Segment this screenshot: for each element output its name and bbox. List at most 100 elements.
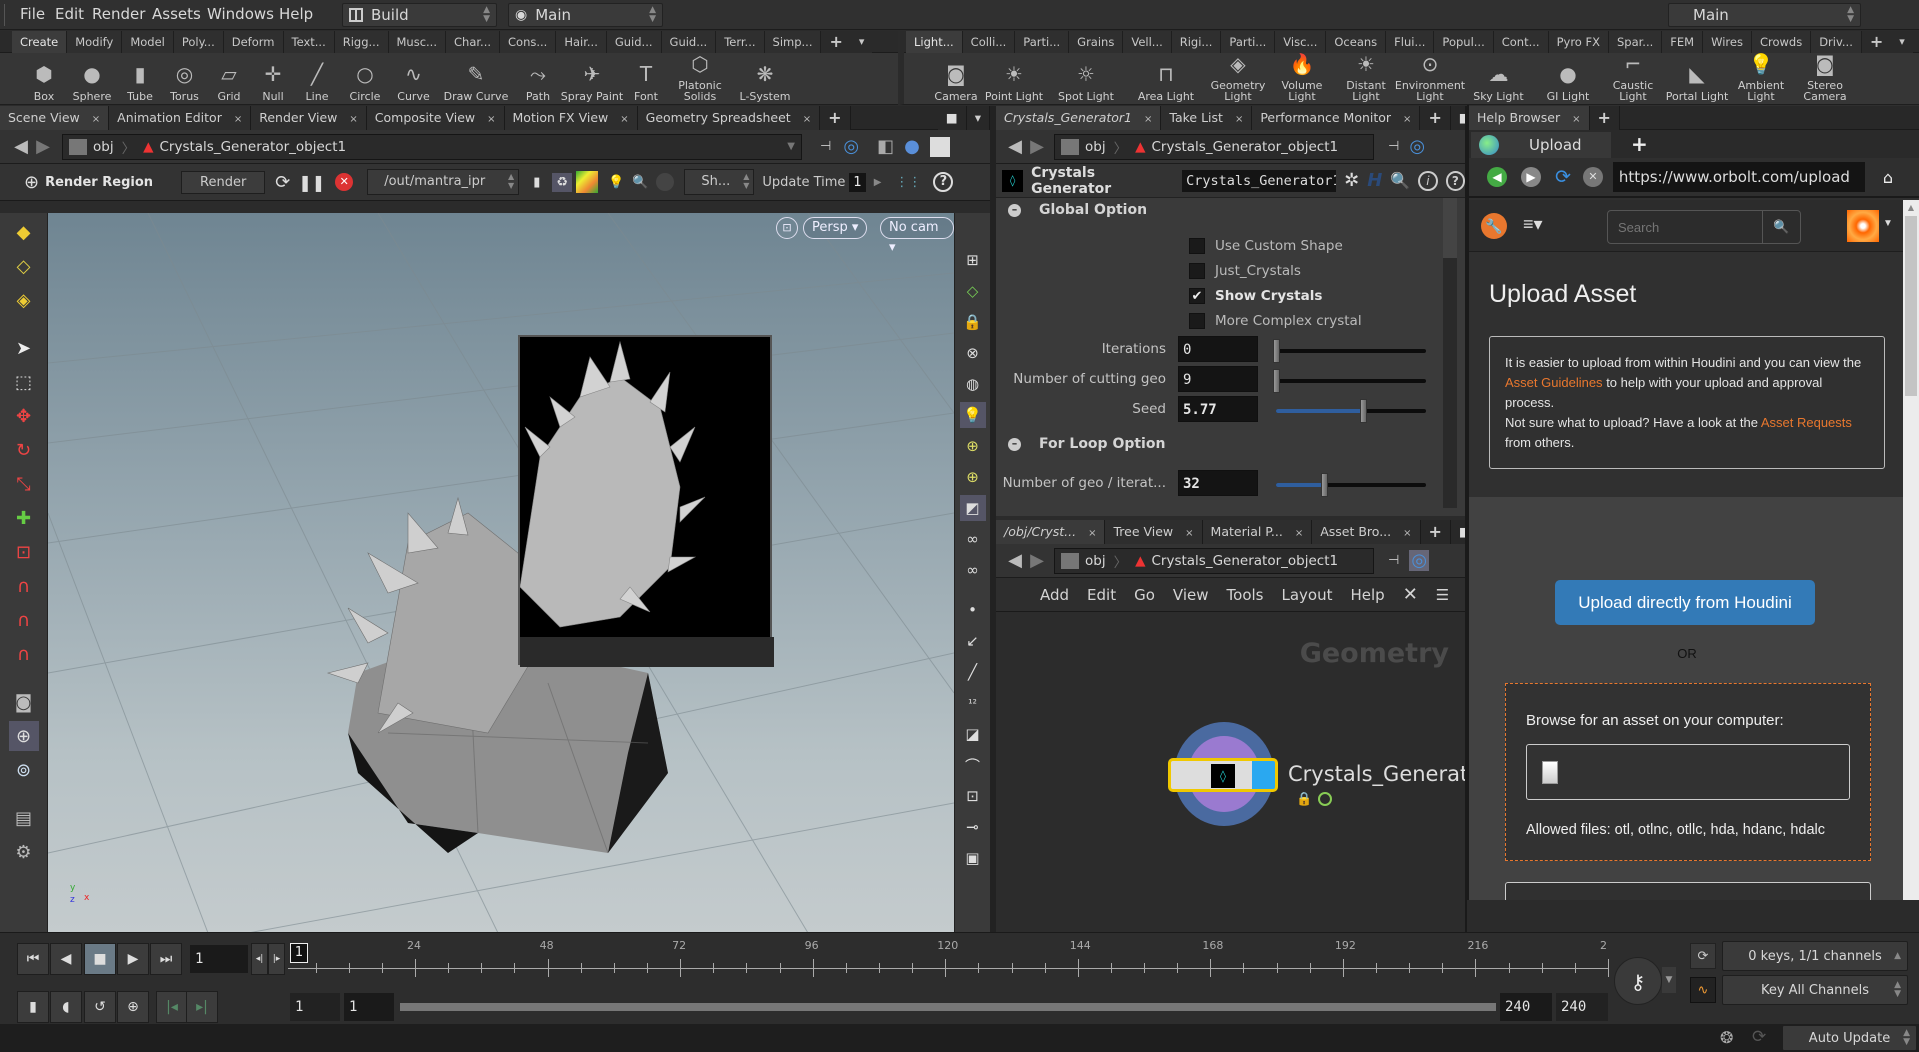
network-menu-add[interactable]: Add bbox=[1040, 586, 1069, 604]
node-name-field[interactable]: Crystals_Generator1 bbox=[1182, 169, 1337, 192]
file-input[interactable] bbox=[1526, 744, 1850, 800]
range-end-field[interactable]: 240 bbox=[1500, 993, 1552, 1021]
camera-tool-icon[interactable]: ◙ bbox=[9, 687, 39, 717]
network-node[interactable]: ◊ bbox=[1168, 722, 1278, 832]
projection-menu[interactable]: Persp ▾ bbox=[803, 217, 868, 239]
shelf-tool-null[interactable]: ✛ Null bbox=[251, 53, 295, 105]
shelf-tab-modify[interactable]: Modify bbox=[67, 31, 123, 53]
handle-tool-icon[interactable]: ✚ bbox=[9, 503, 39, 533]
asset-guidelines-link[interactable]: Asset Guidelines bbox=[1505, 375, 1603, 390]
high-quality-lighting-icon[interactable]: ⊕ bbox=[960, 433, 986, 459]
menu-help[interactable]: Help bbox=[279, 5, 313, 23]
prev-keyframe-button[interactable]: |◂ bbox=[156, 991, 188, 1023]
orbolt-logo-icon[interactable]: 🔧 bbox=[1481, 213, 1507, 239]
shelf-tool-grid[interactable]: ▱ Grid bbox=[207, 53, 251, 105]
pin-icon[interactable]: ⊣ bbox=[1388, 553, 1399, 568]
shelf-tab-crowds[interactable]: Crowds bbox=[1751, 31, 1812, 53]
avatar-dropdown-icon[interactable]: ▼ bbox=[1883, 218, 1893, 229]
add-shelf-tab-button[interactable]: + bbox=[1861, 31, 1892, 53]
shelf-tool-distant-light[interactable]: ☀ Distant Light bbox=[1334, 53, 1398, 105]
shelf-tab-rigg[interactable]: Rigg... bbox=[334, 31, 389, 53]
help-icon[interactable]: ? bbox=[1445, 170, 1466, 191]
shelf-tab-model[interactable]: Model bbox=[122, 31, 174, 53]
menu-edit[interactable]: Edit bbox=[55, 5, 84, 23]
force-update-icon[interactable]: ⟳ bbox=[1752, 1027, 1766, 1047]
update-time-field[interactable]: 1 bbox=[849, 172, 866, 192]
checkbox[interactable] bbox=[1189, 313, 1205, 329]
shelf-tool-caustic-light[interactable]: ⌐ Caustic Light bbox=[1601, 53, 1665, 105]
param-field[interactable]: 32 bbox=[1178, 470, 1258, 496]
global-animation-options-button[interactable]: ⊕ bbox=[117, 991, 149, 1023]
path-root[interactable]: obj bbox=[93, 139, 114, 155]
select-edges-icon[interactable]: ◈ bbox=[9, 285, 39, 315]
home-icon[interactable]: ⌂ bbox=[1883, 168, 1893, 187]
close-icon[interactable]: × bbox=[487, 114, 495, 125]
slider-handle[interactable] bbox=[1273, 339, 1280, 363]
range-start-field-2[interactable]: 1 bbox=[344, 993, 394, 1021]
search-input[interactable] bbox=[1608, 211, 1762, 243]
shelf-tool-environment-light[interactable]: ⊙ Environment Light bbox=[1395, 53, 1465, 105]
shelf-tool-gi-light[interactable]: ● GI Light bbox=[1535, 53, 1601, 105]
range-slider[interactable] bbox=[400, 1003, 1496, 1011]
scale-tool-icon[interactable]: ⤡ bbox=[9, 469, 39, 499]
step-back-button[interactable]: ◀ bbox=[50, 943, 82, 975]
jump-end-button[interactable]: ⏭ bbox=[150, 943, 182, 975]
shelf-tab-light[interactable]: Light... bbox=[906, 31, 963, 53]
shelf-tab-pyro-fx[interactable]: Pyro FX bbox=[1548, 31, 1609, 53]
select-tool-icon[interactable]: ◆ bbox=[9, 217, 39, 247]
collapse-icon[interactable]: – bbox=[1008, 203, 1021, 217]
close-icon[interactable]: × bbox=[349, 114, 357, 125]
shelf-tab-visc[interactable]: Visc... bbox=[1275, 31, 1327, 53]
audio-button[interactable]: ◖ bbox=[50, 991, 82, 1023]
shelf-tab-deform[interactable]: Deform bbox=[223, 31, 284, 53]
close-icon[interactable]: × bbox=[1185, 528, 1193, 539]
browser-back-icon[interactable]: ◀ bbox=[1487, 167, 1507, 187]
tab-obj-cryst[interactable]: /obj/Cryst... × bbox=[996, 520, 1106, 544]
pointer-icon[interactable]: ➤ bbox=[9, 333, 39, 363]
lock-camera-icon[interactable]: 🔒 bbox=[960, 309, 986, 335]
tab-motion-fx-view[interactable]: Motion FX View × bbox=[504, 106, 638, 130]
shelf-tool-area-light[interactable]: ⊓ Area Light bbox=[1126, 53, 1206, 105]
tab-scene-view[interactable]: Scene View × bbox=[0, 106, 110, 130]
network-menu-edit[interactable]: Edit bbox=[1087, 586, 1116, 604]
tab-performance-monitor[interactable]: Performance Monitor × bbox=[1252, 106, 1421, 130]
shelf-tab-cons[interactable]: Cons... bbox=[500, 31, 557, 53]
keyframe-key-icon[interactable]: ⚷ bbox=[1614, 957, 1662, 1005]
shelf-tab-cont[interactable]: Cont... bbox=[1493, 31, 1549, 53]
tab-take-list[interactable]: Take List × bbox=[1161, 106, 1253, 130]
shadows-icon[interactable]: ⊕ bbox=[960, 464, 986, 490]
checkbox-checked[interactable]: ✔ bbox=[1189, 288, 1205, 304]
link-icon[interactable]: ◎ bbox=[843, 136, 859, 157]
primitive-display-icon[interactable]: ◪ bbox=[960, 721, 986, 747]
search-box[interactable]: 🔍 bbox=[1607, 210, 1801, 244]
zoom-region-icon[interactable]: 🔍 bbox=[632, 175, 648, 190]
param-field[interactable]: 5.77 bbox=[1178, 396, 1258, 422]
forward-arrow-icon[interactable]: ▶ bbox=[32, 136, 54, 158]
link-icon[interactable]: ◎ bbox=[1409, 136, 1425, 157]
normal-display-icon[interactable]: ↙ bbox=[960, 628, 986, 654]
shelf-menu-dropdown[interactable]: ▾ bbox=[850, 31, 873, 53]
step-back-key-button[interactable]: ◂| bbox=[251, 943, 268, 975]
shelf-tool-spray-paint[interactable]: ✈ Spray Paint bbox=[560, 53, 624, 105]
sphere-preview-icon[interactable] bbox=[656, 173, 675, 191]
key-menu-dropdown[interactable]: ▼ bbox=[1662, 967, 1676, 993]
render-settings-icon[interactable]: ⚙ bbox=[9, 837, 39, 867]
3d-viewport[interactable]: ⊡ Persp ▾ No cam ▾ yxz bbox=[48, 213, 954, 933]
shelf-tool-portal-light[interactable]: ◣ Portal Light bbox=[1665, 53, 1729, 105]
path-field[interactable]: obj 〉 ▲ Crystals_Generator_object1 ▼ bbox=[62, 133, 802, 160]
pin-icon[interactable]: ⊣ bbox=[1388, 139, 1399, 154]
tab-render-view[interactable]: Render View × bbox=[251, 106, 367, 130]
point-display-icon[interactable]: • bbox=[960, 597, 986, 623]
headlight-icon[interactable]: ◍ bbox=[960, 371, 986, 397]
pause-icon[interactable]: ❚❚ bbox=[298, 173, 325, 192]
shading-menu[interactable]: Sh... ▲ ▼ bbox=[684, 169, 755, 195]
shelf-tool-stereo-camera[interactable]: ◙ Stereo Camera bbox=[1793, 53, 1857, 105]
channel-refresh-icon[interactable]: ⟳ bbox=[1690, 943, 1716, 969]
path-root[interactable]: obj bbox=[1085, 553, 1106, 569]
new-browser-tab-button[interactable]: + bbox=[1631, 132, 1648, 156]
stop-button[interactable]: ■ bbox=[84, 943, 116, 975]
toggle-show-crystals[interactable]: ✔ Show Crystals bbox=[1189, 288, 1322, 304]
dropzone[interactable]: Browse for an asset on your computer: Al… bbox=[1505, 683, 1871, 861]
range-start-field[interactable]: 1 bbox=[290, 993, 340, 1021]
shelf-tab-driv[interactable]: Driv... bbox=[1811, 31, 1862, 53]
